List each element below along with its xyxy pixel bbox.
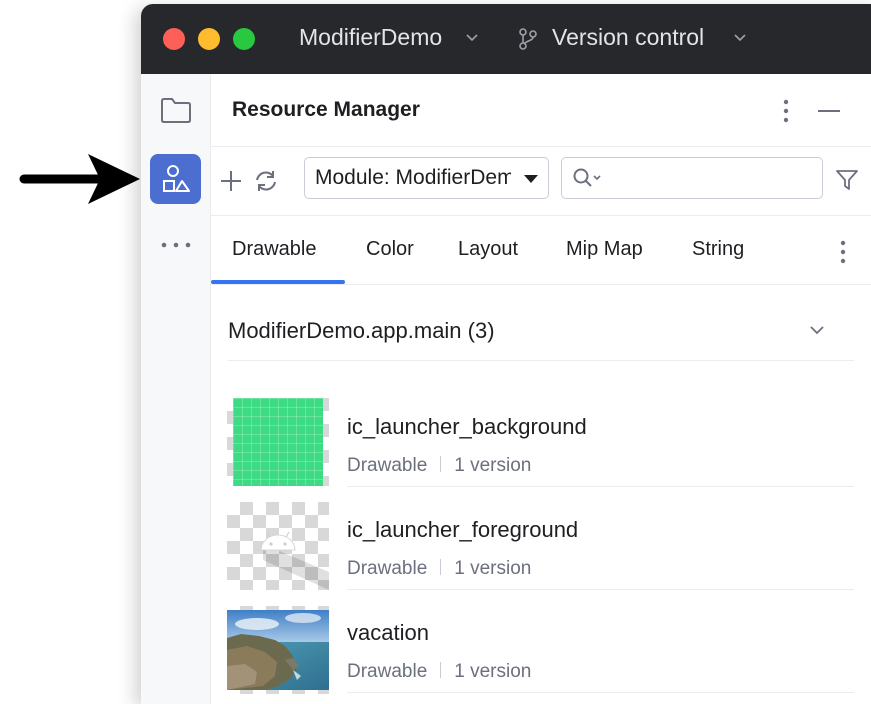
resource-name[interactable]: ic_launcher_background (347, 414, 587, 440)
tab-drawable[interactable]: Drawable (232, 238, 316, 261)
resource-name[interactable]: vacation (347, 620, 429, 646)
resource-type: Drawable (347, 455, 428, 476)
resource-thumbnail[interactable] (227, 606, 329, 694)
meta-separator (440, 456, 442, 472)
refresh-icon[interactable] (251, 169, 281, 193)
divider (211, 215, 871, 216)
more-vertical-icon[interactable] (838, 239, 848, 265)
more-horizontal-icon[interactable] (160, 240, 192, 250)
resource-meta: Drawable 1 version (347, 558, 531, 580)
close-window-button[interactable] (163, 28, 185, 50)
branch-icon (519, 28, 537, 50)
divider (228, 360, 854, 361)
project-name[interactable]: ModifierDemo (299, 24, 442, 51)
tab-mip-map[interactable]: Mip Map (566, 238, 643, 261)
tab-string[interactable]: String (692, 238, 744, 261)
resource-meta: Drawable 1 version (347, 455, 531, 477)
minimize-window-button[interactable] (198, 28, 220, 50)
tool-window-bar (141, 74, 211, 704)
add-icon[interactable] (220, 170, 242, 192)
ide-window: ModifierDemo Version control Resource Ma… (141, 4, 871, 704)
vacation-photo (227, 610, 329, 690)
panel-title: Resource Manager (232, 98, 420, 121)
resource-manager-button[interactable] (150, 154, 201, 204)
background-preview (233, 398, 323, 486)
resource-versions: 1 version (454, 558, 532, 579)
divider (347, 486, 854, 487)
resource-thumbnail[interactable] (227, 398, 329, 486)
meta-separator (440, 662, 442, 678)
resource-group-title[interactable]: ModifierDemo.app.main (3) (228, 318, 495, 344)
resource-type: Drawable (347, 661, 428, 682)
resource-name[interactable]: ic_launcher_foreground (347, 517, 578, 543)
divider (347, 589, 854, 590)
resource-versions: 1 version (454, 455, 532, 476)
divider (347, 692, 854, 693)
divider (211, 284, 871, 285)
minimize-panel-icon[interactable] (817, 109, 841, 113)
search-icon (573, 168, 601, 187)
android-foreground-icon (260, 531, 329, 590)
filter-icon[interactable] (836, 169, 858, 191)
resource-meta: Drawable 1 version (347, 661, 531, 683)
resource-versions: 1 version (454, 661, 532, 682)
dropdown-arrow-icon (524, 175, 538, 183)
chevron-down-icon[interactable] (809, 324, 825, 336)
resource-thumbnail[interactable] (227, 502, 329, 590)
tab-layout[interactable]: Layout (458, 238, 518, 261)
pointer-arrow (19, 154, 140, 204)
search-input[interactable] (561, 157, 823, 199)
title-bar: ModifierDemo Version control (141, 4, 871, 74)
resource-manager-icon (163, 165, 190, 192)
more-vertical-icon[interactable] (781, 98, 791, 124)
module-select-value: Module: ModifierDemo.app (315, 166, 511, 189)
meta-separator (440, 559, 442, 575)
resource-manager-panel: Resource Manager Module: ModifierDemo.ap… (211, 74, 871, 704)
chevron-down-icon[interactable] (463, 28, 481, 46)
chevron-down-icon[interactable] (731, 28, 749, 46)
module-select[interactable]: Module: ModifierDemo.app (304, 157, 549, 199)
vcs-label[interactable]: Version control (552, 24, 704, 51)
resource-type: Drawable (347, 558, 428, 579)
divider (211, 146, 871, 147)
folder-icon[interactable] (160, 96, 192, 124)
tab-color[interactable]: Color (366, 238, 414, 261)
zoom-window-button[interactable] (233, 28, 255, 50)
